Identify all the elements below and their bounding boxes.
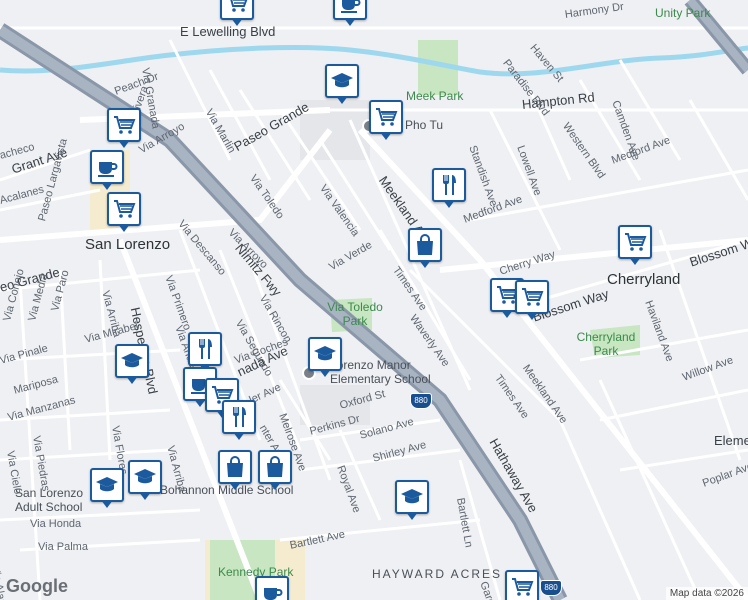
grocery-marker[interactable]: [515, 280, 549, 320]
school-marker[interactable]: [325, 64, 359, 104]
restaurant-marker[interactable]: [188, 332, 222, 372]
coffee-marker[interactable]: [255, 576, 289, 600]
grocery-marker[interactable]: [107, 108, 141, 148]
shopping-cart-icon: [623, 230, 647, 254]
school-marker[interactable]: [128, 460, 162, 500]
grocery-marker[interactable]: [220, 0, 254, 26]
shopping-cart-icon: [225, 0, 249, 15]
shopping-marker[interactable]: [218, 450, 252, 490]
restaurant-marker[interactable]: [222, 400, 256, 440]
grocery-marker[interactable]: [107, 192, 141, 232]
shopping-bag-icon: [263, 455, 287, 479]
fork-knife-icon: [193, 337, 217, 361]
coffee-cup-icon: [260, 581, 284, 600]
freeway-shield-880: 880: [410, 393, 432, 409]
graduation-cap-icon: [330, 69, 354, 93]
school-marker[interactable]: [115, 344, 149, 384]
graduation-cap-icon: [400, 485, 424, 509]
shopping-cart-icon: [520, 285, 544, 309]
grocery-marker[interactable]: [505, 570, 539, 600]
shopping-bag-icon: [223, 455, 247, 479]
shopping-cart-icon: [112, 197, 136, 221]
shopping-marker[interactable]: [258, 450, 292, 490]
fork-knife-icon: [437, 173, 461, 197]
shopping-marker[interactable]: [408, 228, 442, 268]
graduation-cap-icon: [133, 465, 157, 489]
shopping-cart-icon: [374, 105, 398, 129]
shopping-cart-icon: [510, 575, 534, 599]
graduation-cap-icon: [95, 473, 119, 497]
graduation-cap-icon: [313, 342, 337, 366]
graduation-cap-icon: [120, 349, 144, 373]
shopping-bag-icon: [413, 233, 437, 257]
coffee-cup-icon: [95, 155, 119, 179]
school-marker[interactable]: [90, 468, 124, 508]
school-marker[interactable]: [395, 480, 429, 520]
grocery-marker[interactable]: [618, 225, 652, 265]
freeway-shield-880-south: 880: [540, 580, 562, 596]
school-marker[interactable]: [308, 337, 342, 377]
map-base-layer: [0, 0, 748, 600]
shopping-cart-icon: [112, 113, 136, 137]
fork-knife-icon: [227, 405, 251, 429]
restaurant-marker[interactable]: [432, 168, 466, 208]
coffee-marker[interactable]: [90, 150, 124, 190]
coffee-cup-icon: [338, 0, 362, 15]
map-canvas[interactable]: San Lorenzo Cherryland HAYWARD ACRES Uni…: [0, 0, 748, 600]
coffee-marker[interactable]: [333, 0, 367, 26]
map-attribution: Map data ©2026: [665, 587, 748, 600]
grocery-marker[interactable]: [369, 100, 403, 140]
google-logo: Google: [6, 576, 68, 596]
